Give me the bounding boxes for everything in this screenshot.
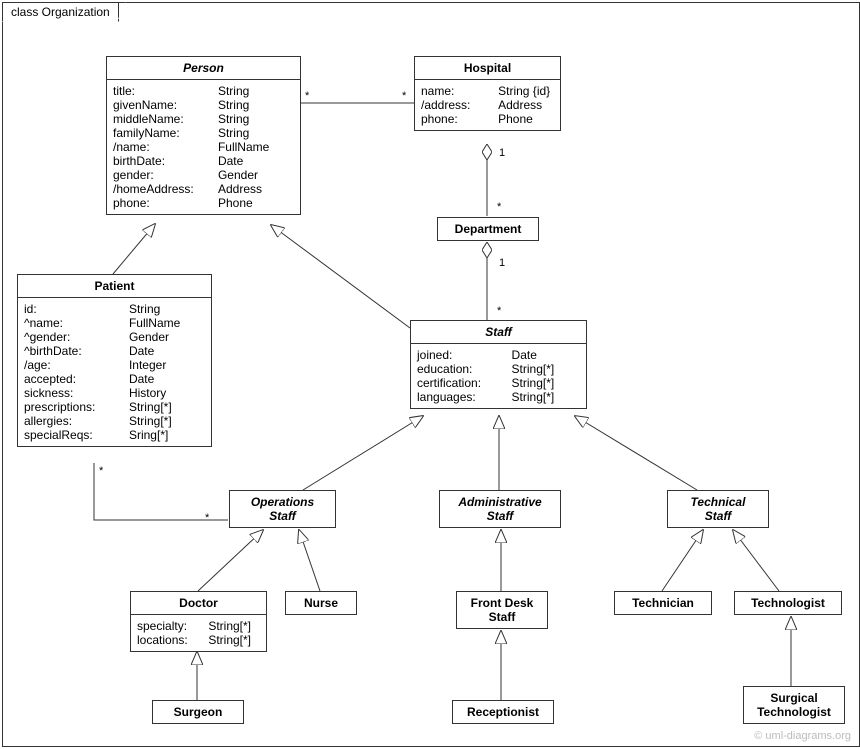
class-attrs: id:String^name:FullName^gender:Gender^bi… <box>18 298 211 446</box>
mult: * <box>305 90 309 102</box>
class-person: Person title:StringgivenName:Stringmiddl… <box>106 56 301 215</box>
class-attrs: specialty:String[*]locations:String[*] <box>131 615 266 651</box>
class-title: Technical Staff <box>668 491 768 527</box>
class-surgeon: Surgeon <box>152 700 244 724</box>
class-hospital: Hospital name:String {id}/address:Addres… <box>414 56 561 131</box>
class-receptionist: Receptionist <box>452 700 554 724</box>
class-title: Department <box>438 218 538 240</box>
class-attrs: title:StringgivenName:StringmiddleName:S… <box>107 80 300 214</box>
class-title: Front Desk Staff <box>457 592 547 628</box>
mult: * <box>497 201 501 213</box>
mult: * <box>205 512 209 524</box>
class-department: Department <box>437 217 539 241</box>
package-frame: class Organization Person title:Stringgi… <box>2 2 860 747</box>
mult: * <box>402 90 406 102</box>
class-doctor: Doctor specialty:String[*]locations:Stri… <box>130 591 267 652</box>
class-title: Surgical Technologist <box>744 687 844 723</box>
class-technologist: Technologist <box>734 591 842 615</box>
class-attrs: joined:Dateeducation:String[*]certificat… <box>411 344 586 408</box>
class-front-desk: Front Desk Staff <box>456 591 548 629</box>
class-technician: Technician <box>614 591 712 615</box>
class-title: Doctor <box>131 592 266 615</box>
frame-title: class Organization <box>2 2 119 22</box>
mult: * <box>99 465 103 477</box>
mult: 1 <box>499 147 505 159</box>
class-nurse: Nurse <box>285 591 357 615</box>
mult: 1 <box>499 257 505 269</box>
class-title: Surgeon <box>153 701 243 723</box>
class-title: Hospital <box>415 57 560 80</box>
class-ops-staff: Operations Staff <box>229 490 336 528</box>
class-attrs: name:String {id}/address:Addressphone:Ph… <box>415 80 560 130</box>
class-title: Operations Staff <box>230 491 335 527</box>
class-admin-staff: Administrative Staff <box>439 490 561 528</box>
watermark: © uml-diagrams.org <box>754 730 851 742</box>
class-title: Receptionist <box>453 701 553 723</box>
class-title: Administrative Staff <box>440 491 560 527</box>
class-title: Technician <box>615 592 711 614</box>
class-surg-tech: Surgical Technologist <box>743 686 845 724</box>
class-title: Technologist <box>735 592 841 614</box>
class-title: Patient <box>18 275 211 298</box>
class-title: Person <box>107 57 300 80</box>
class-patient: Patient id:String^name:FullName^gender:G… <box>17 274 212 447</box>
class-staff: Staff joined:Dateeducation:String[*]cert… <box>410 320 587 409</box>
mult: * <box>497 305 501 317</box>
class-tech-staff: Technical Staff <box>667 490 769 528</box>
class-title: Staff <box>411 321 586 344</box>
class-title: Nurse <box>286 592 356 614</box>
